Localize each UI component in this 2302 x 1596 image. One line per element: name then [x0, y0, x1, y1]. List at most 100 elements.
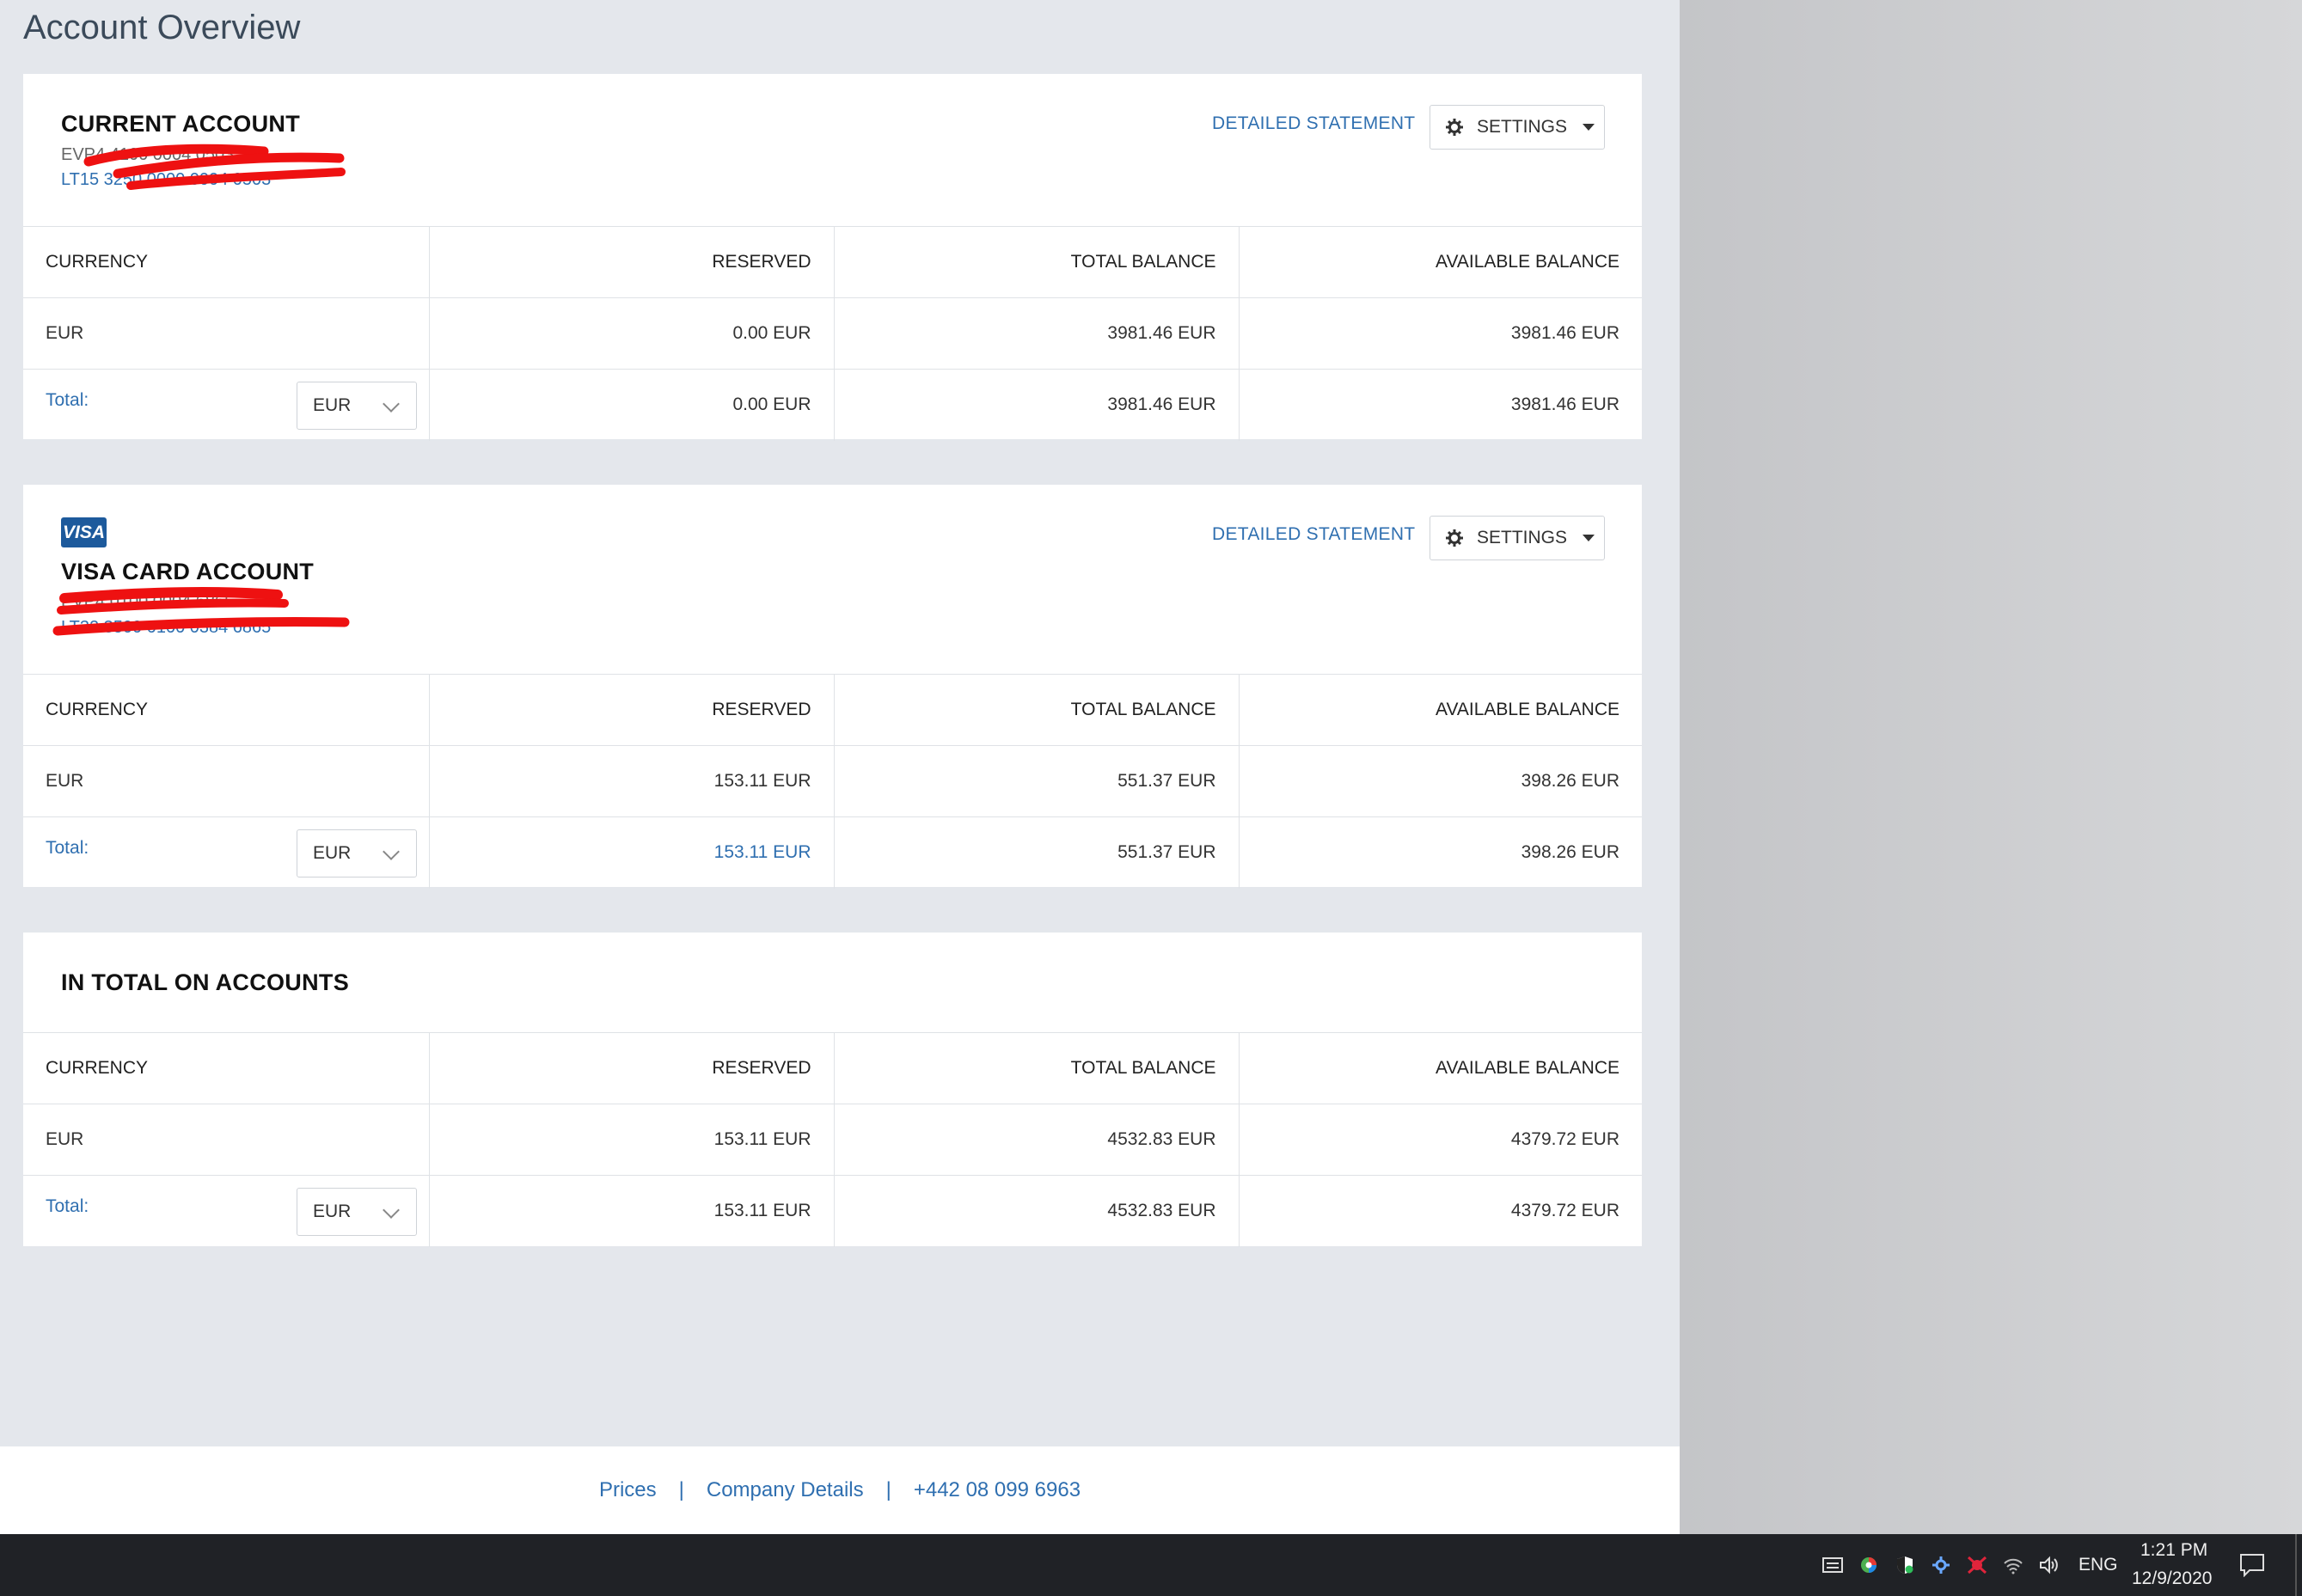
account-title: VISA CARD ACCOUNT	[61, 559, 315, 584]
table-header-row: CURRENCY RESERVED TOTAL BALANCE AVAILABL…	[23, 674, 1642, 746]
totals-label-cell: Total: EUR	[23, 369, 429, 441]
settings-dropdown-button[interactable]: SETTINGS	[1430, 105, 1605, 150]
total-balance-cell: 551.37 EUR	[833, 745, 1239, 817]
table-header-row: CURRENCY RESERVED TOTAL BALANCE AVAILABL…	[23, 1032, 1642, 1104]
footer-separator: |	[885, 1478, 891, 1501]
available-balance-cell: 4379.72 EUR	[1238, 1104, 1642, 1176]
currency-select-value: EUR	[313, 843, 352, 863]
totals-row: Total: EUR 153.11 EUR 4532.83 EUR 4379.7…	[23, 1175, 1642, 1247]
account-iban[interactable]: LT15 3250 0000 0004 0503	[61, 170, 271, 190]
caret-down-icon	[1583, 124, 1595, 131]
visa-logo: VISA	[61, 517, 107, 547]
account-iban[interactable]: LT32 3500 0100 0384 6865	[61, 618, 271, 638]
settings-label: SETTINGS	[1477, 528, 1568, 547]
chevron-down-icon	[383, 395, 400, 413]
col-currency: CURRENCY	[23, 674, 429, 746]
footer-separator: |	[678, 1478, 684, 1501]
currency-cell: EUR	[23, 297, 429, 370]
in-total-card: IN TOTAL ON ACCOUNTS CURRENCY RESERVED T…	[23, 933, 1642, 1247]
table-row: EUR 153.11 EUR 4532.83 EUR 4379.72 EUR	[23, 1104, 1642, 1176]
volume-icon[interactable]	[2039, 1556, 2060, 1575]
security-shield-icon[interactable]	[1895, 1556, 1915, 1575]
available-balance-total: 398.26 EUR	[1238, 816, 1642, 889]
footer-phone-link[interactable]: +442 08 099 6963	[914, 1478, 1081, 1502]
currency-cell: EUR	[23, 1104, 429, 1176]
reserved-cell: 153.11 EUR	[428, 1104, 834, 1176]
footer: Prices | Company Details | +442 08 099 6…	[0, 1446, 1680, 1534]
col-total-balance: TOTAL BALANCE	[833, 1032, 1239, 1104]
detailed-statement-link[interactable]: DETAILED STATEMENT	[1212, 113, 1415, 134]
reserved-total: 0.00 EUR	[428, 369, 834, 441]
settings-gear-tray-icon[interactable]	[1931, 1556, 1951, 1575]
col-available-balance: AVAILABLE BALANCE	[1238, 226, 1642, 298]
red-app-icon[interactable]	[1967, 1556, 1987, 1575]
reserved-total-link[interactable]: 153.11 EUR	[428, 816, 834, 889]
detailed-statement-link[interactable]: DETAILED STATEMENT	[1212, 524, 1415, 545]
reserved-cell: 0.00 EUR	[428, 297, 834, 370]
visa-account-card: VISA VISA CARD ACCOUNT EVP4 0100 0004 68…	[23, 485, 1642, 889]
totals-label-cell: Total: EUR	[23, 816, 429, 889]
available-balance-cell: 398.26 EUR	[1238, 745, 1642, 817]
totals-label: Total:	[46, 390, 89, 410]
footer-company-details-link[interactable]: Company Details	[707, 1478, 864, 1502]
language-indicator[interactable]: ENG	[2079, 1555, 2118, 1575]
currency-select-value: EUR	[313, 395, 352, 415]
chevron-down-icon	[383, 843, 400, 860]
available-balance-cell: 3981.46 EUR	[1238, 297, 1642, 370]
available-balance-total: 3981.46 EUR	[1238, 369, 1642, 441]
col-reserved: RESERVED	[428, 1032, 834, 1104]
account-title: CURRENT ACCOUNT	[61, 111, 300, 137]
balance-table: CURRENCY RESERVED TOTAL BALANCE AVAILABL…	[23, 226, 1642, 441]
current-account-card: CURRENT ACCOUNT EVP4 4100 0004 0503 LT15…	[23, 74, 1642, 441]
balance-table: CURRENCY RESERVED TOTAL BALANCE AVAILABL…	[23, 1032, 1642, 1247]
col-total-balance: TOTAL BALANCE	[833, 674, 1239, 746]
section-title: IN TOTAL ON ACCOUNTS	[61, 969, 349, 995]
caret-down-icon	[1583, 535, 1595, 541]
settings-dropdown-button[interactable]: SETTINGS	[1430, 516, 1605, 560]
total-balance-cell: 4532.83 EUR	[833, 1104, 1239, 1176]
totals-label: Total:	[46, 1196, 89, 1216]
col-currency: CURRENCY	[23, 1032, 429, 1104]
totals-label: Total:	[46, 838, 89, 858]
total-balance-cell: 3981.46 EUR	[833, 297, 1239, 370]
totals-label-cell: Total: EUR	[23, 1175, 429, 1247]
currency-select[interactable]: EUR	[297, 1188, 417, 1236]
empty-side-panel	[1680, 0, 2302, 1534]
col-reserved: RESERVED	[428, 674, 834, 746]
keyboard-icon[interactable]	[1822, 1556, 1843, 1575]
page-background: Account Overview CURRENT ACCOUNT EVP4 41…	[0, 0, 1680, 1534]
clock-time[interactable]: 1:21 PM	[2140, 1540, 2207, 1561]
account-number: EVP4 0100 0004 6865	[61, 592, 235, 611]
reserved-cell: 153.11 EUR	[428, 745, 834, 817]
windows-taskbar: ENG 1:21 PM 12/9/2020	[0, 1534, 2302, 1596]
available-balance-total: 4379.72 EUR	[1238, 1175, 1642, 1247]
color-app-icon[interactable]	[1858, 1556, 1879, 1575]
settings-label: SETTINGS	[1477, 117, 1568, 137]
currency-select-value: EUR	[313, 1202, 352, 1221]
currency-select[interactable]: EUR	[297, 829, 417, 877]
table-header-row: CURRENCY RESERVED TOTAL BALANCE AVAILABL…	[23, 226, 1642, 298]
total-balance-total: 4532.83 EUR	[833, 1175, 1239, 1247]
col-available-balance: AVAILABLE BALANCE	[1238, 1032, 1642, 1104]
table-row: EUR 153.11 EUR 551.37 EUR 398.26 EUR	[23, 745, 1642, 817]
total-balance-total: 3981.46 EUR	[833, 369, 1239, 441]
col-total-balance: TOTAL BALANCE	[833, 226, 1239, 298]
col-reserved: RESERVED	[428, 226, 834, 298]
notifications-icon[interactable]	[2239, 1553, 2265, 1577]
footer-prices-link[interactable]: Prices	[599, 1478, 657, 1502]
total-balance-total: 551.37 EUR	[833, 816, 1239, 889]
currency-select[interactable]: EUR	[297, 382, 417, 430]
balance-table: CURRENCY RESERVED TOTAL BALANCE AVAILABL…	[23, 674, 1642, 889]
totals-row: Total: EUR 0.00 EUR 3981.46 EUR 3981.46 …	[23, 369, 1642, 441]
show-desktop-divider[interactable]	[2295, 1534, 2297, 1596]
col-currency: CURRENCY	[23, 226, 429, 298]
clock-date[interactable]: 12/9/2020	[2132, 1568, 2212, 1589]
table-row: EUR 0.00 EUR 3981.46 EUR 3981.46 EUR	[23, 297, 1642, 370]
account-number: EVP4 4100 0004 0503	[61, 145, 235, 164]
currency-cell: EUR	[23, 745, 429, 817]
wifi-icon[interactable]	[2003, 1556, 2023, 1575]
col-available-balance: AVAILABLE BALANCE	[1238, 674, 1642, 746]
page-title: Account Overview	[23, 9, 301, 46]
gear-icon	[1446, 119, 1463, 136]
gear-icon	[1446, 529, 1463, 547]
